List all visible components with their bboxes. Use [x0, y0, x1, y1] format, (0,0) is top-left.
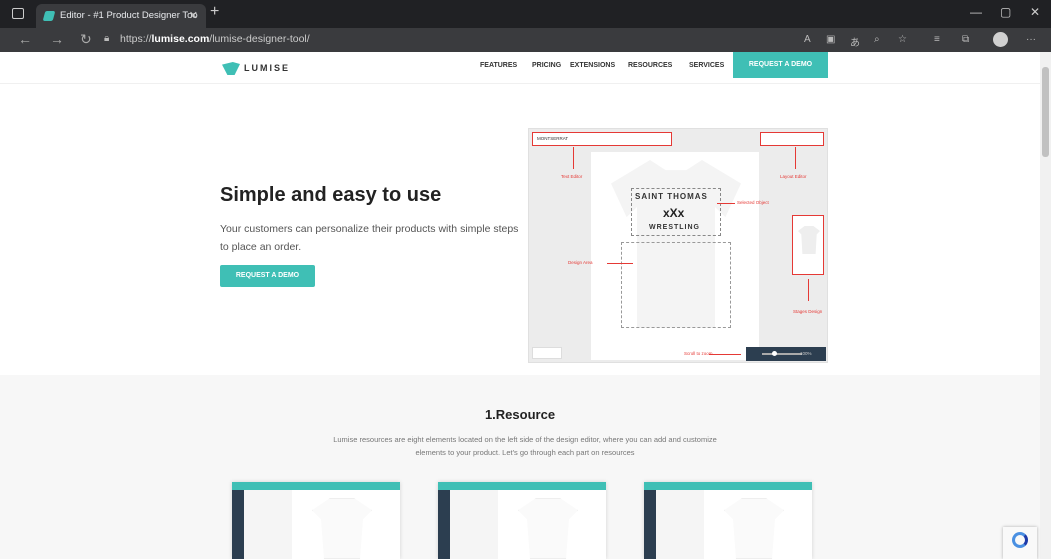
close-tab-icon[interactable]: ✕	[189, 4, 198, 28]
shirt-text-line3: WRESTLING	[649, 224, 700, 231]
nav-resources[interactable]: RESOURCES	[628, 62, 672, 69]
address-bar: ← → ↻ 🔒︎ https://lumise.com/lumise-desig…	[0, 28, 1051, 52]
site-header: LUMISE FEATURES PRICING EXTENSIONS RESOU…	[0, 52, 1040, 84]
url-field[interactable]: https://lumise.com/lumise-designer-tool/	[120, 33, 310, 45]
selected-object-label: Selected Object	[737, 200, 769, 205]
translate-icon[interactable]: あ	[850, 34, 860, 49]
browser-tab[interactable]: Editor - #1 Product Designer Too ✕	[36, 4, 206, 28]
layout-editor-arrow	[795, 147, 796, 169]
more-icon[interactable]: ···	[1026, 34, 1036, 45]
nav-features[interactable]: FEATURES	[480, 62, 517, 69]
tab-actions-icon[interactable]	[12, 8, 24, 19]
lock-icon[interactable]: 🔒︎	[104, 33, 109, 44]
text-editor-toolbar: MONTSERRAT	[532, 132, 672, 146]
refresh-icon[interactable]: ↻	[80, 31, 92, 48]
forward-icon[interactable]: →	[50, 31, 64, 47]
zoom-value: 100%	[800, 351, 812, 356]
favicon-icon	[42, 11, 56, 21]
zoom-icon[interactable]: ⌕	[874, 34, 880, 45]
recaptcha-badge[interactable]	[1003, 527, 1037, 559]
section-description: Lumise resources are eight elements loca…	[333, 435, 717, 457]
logo-text: LUMISE	[244, 63, 291, 73]
resource-thumbnail-1	[232, 482, 400, 559]
minimize-icon[interactable]: —	[970, 5, 982, 19]
restore-icon[interactable]: ▢	[1000, 5, 1011, 19]
design-area-label: Design Area	[568, 260, 593, 265]
favorites-list-icon[interactable]: ≡	[934, 34, 940, 45]
browser-tab-bar: Editor - #1 Product Designer Too ✕ + — ▢…	[0, 0, 1051, 28]
selected-object-arrow	[717, 203, 735, 204]
shirt-text-line2: xXx	[663, 206, 685, 220]
page-scrollbar[interactable]	[1040, 52, 1051, 559]
nav-services[interactable]: SERVICES	[689, 62, 724, 69]
resource-thumbnail-3	[644, 482, 812, 559]
tab-title: Editor - #1 Product Designer Too	[60, 10, 198, 21]
text-editor-arrow	[573, 147, 574, 169]
layout-editor-label: Layout Editor	[780, 174, 807, 179]
zoom-bar: 100%	[746, 347, 826, 361]
zoom-arrow	[709, 354, 741, 355]
design-canvas: SAINT THOMAS xXx WRESTLING	[591, 152, 759, 360]
collections-icon[interactable]: ⧉	[962, 34, 969, 45]
lumise-logo-icon	[222, 62, 240, 75]
request-demo-hero-button[interactable]: REQUEST A DEMO	[220, 265, 315, 287]
shirt-text-line1: SAINT THOMAS	[635, 192, 708, 201]
back-icon[interactable]: ←	[18, 31, 32, 47]
read-aloud-icon[interactable]: A	[804, 34, 811, 45]
stages-thumbnail	[792, 215, 824, 275]
new-tab-icon[interactable]: +	[210, 3, 219, 21]
profile-avatar[interactable]	[993, 32, 1008, 47]
editor-bottom-left-box	[532, 347, 562, 359]
nav-extensions[interactable]: EXTENSIONS	[570, 62, 615, 69]
nav-pricing[interactable]: PRICING	[532, 62, 561, 69]
recaptcha-icon	[1012, 532, 1028, 548]
hero-title: Simple and easy to use	[220, 184, 442, 206]
hero-subtitle: Your customers can personalize their pro…	[220, 223, 519, 253]
close-window-icon[interactable]: ✕	[1030, 5, 1040, 19]
design-area-arrow	[607, 263, 633, 264]
editor-preview-image: MONTSERRAT SAINT THOMAS xXx WRESTLING Te…	[528, 128, 828, 363]
design-area-box	[621, 242, 731, 328]
layout-editor-toolbar	[760, 132, 824, 146]
request-demo-header-button[interactable]: REQUEST A DEMO	[733, 52, 828, 78]
text-editor-label: Text Editor	[561, 174, 583, 179]
scrollbar-thumb[interactable]	[1042, 67, 1049, 157]
immersive-reader-icon[interactable]: ▣	[826, 34, 835, 45]
resource-thumbnail-2	[438, 482, 606, 559]
section-title: 1.Resource	[484, 407, 556, 422]
stages-design-label: Stages Design	[793, 309, 823, 314]
favorite-icon[interactable]: ☆	[898, 34, 907, 45]
stages-arrow	[808, 279, 809, 301]
